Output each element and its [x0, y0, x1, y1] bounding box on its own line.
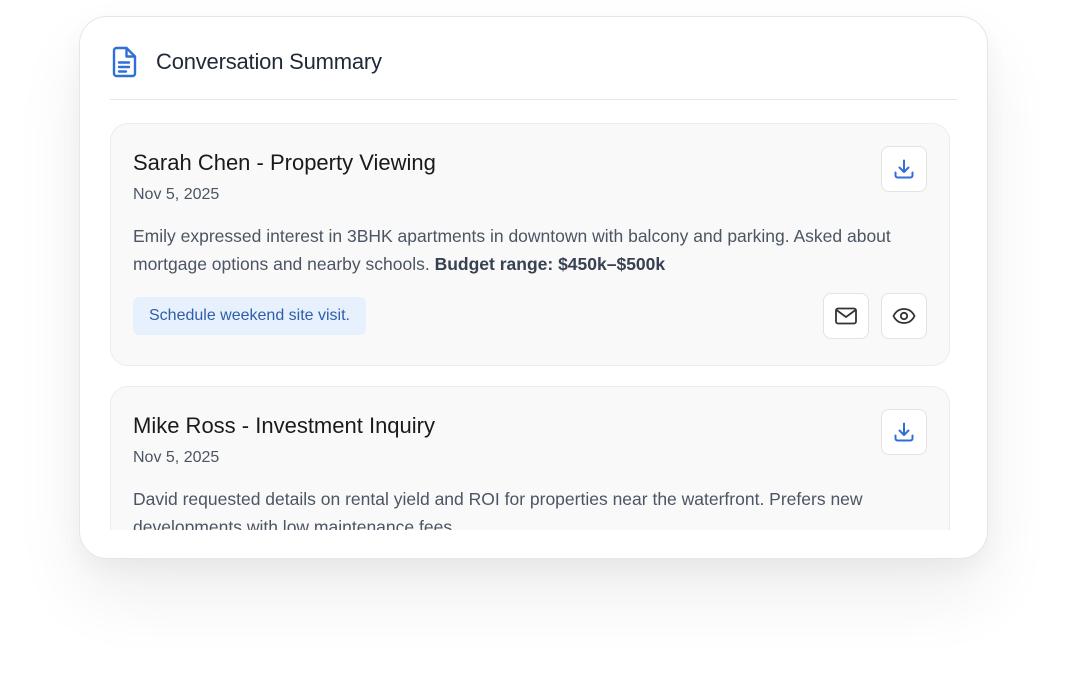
download-button[interactable] [881, 146, 927, 192]
conversation-date: Nov 5, 2025 [133, 449, 220, 466]
eye-icon [892, 307, 916, 325]
conversation-title: Sarah Chen - Property Viewing [133, 150, 436, 175]
conversation-date: Nov 5, 2025 [133, 186, 220, 203]
conversation-summary-text: David requested details on rental yield … [133, 489, 863, 530]
conversation-summary-panel: Conversation Summary Sarah Chen - Proper… [79, 16, 988, 559]
conversation-title: Mike Ross - Investment Inquiry [133, 413, 435, 438]
action-tag[interactable]: Schedule weekend site visit. [133, 297, 366, 335]
document-icon [110, 46, 138, 78]
budget-highlight: Budget range: $450k–$500k [434, 254, 666, 274]
email-button[interactable] [823, 293, 869, 339]
download-icon [893, 421, 915, 443]
conversation-summary-text: Emily expressed interest in 3BHK apartme… [133, 222, 913, 278]
page-title: Conversation Summary [156, 49, 382, 74]
conversation-card: Sarah Chen - Property Viewing Nov 5, 202… [110, 123, 950, 366]
mail-icon [834, 306, 858, 326]
conversation-list[interactable]: Sarah Chen - Property Viewing Nov 5, 202… [80, 100, 987, 530]
download-icon [893, 158, 915, 180]
conversation-card: Mike Ross - Investment Inquiry Nov 5, 20… [110, 386, 950, 530]
panel-header: Conversation Summary [110, 43, 957, 100]
view-button[interactable] [881, 293, 927, 339]
download-button[interactable] [881, 409, 927, 455]
